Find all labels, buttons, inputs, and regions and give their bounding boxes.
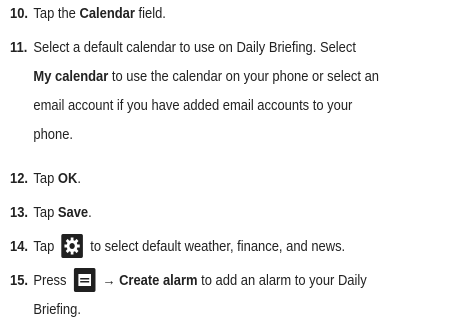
step-text: . [88,205,92,221]
step-number: 12. [10,171,29,187]
step-text: to add an alarm to your Daily [197,273,367,289]
step-number: 11. [10,40,28,56]
step-bold-term: My calendar [33,69,109,85]
step-number: 14. [10,239,29,255]
step-15: 15. Press → Create alarm to add an alarm… [10,267,420,325]
step-bold-term: OK [57,171,78,187]
step-number: 13. [10,205,29,221]
step-text: Tap the [33,6,80,22]
step-text: email account if you have added email ac… [33,98,353,114]
arrow-glyph: → [102,273,116,289]
step-11: 11. Select a default calendar to use on … [10,34,420,150]
step-text: Tap [33,239,55,255]
step-text: . [77,171,81,187]
step-bold-term: Save [57,205,89,221]
step-text: phone. [33,127,74,143]
step-number: 15. [10,273,29,289]
step-14: 14. Tap to select default weather, finan… [10,233,420,262]
step-text: Briefing. [33,302,81,318]
step-12: 12. Tap OK. [10,165,420,194]
step-13: 13. Tap Save. [10,199,420,228]
step-bold-term: Calendar [79,6,135,22]
step-text: Tap [33,205,58,221]
step-text: to use the calendar on your phone or sel… [108,69,380,85]
step-10: 10. Tap the Calendar field. [10,0,420,29]
instruction-page: 10. Tap the Calendar field. 11. Select a… [0,0,472,328]
step-text: Select a default calendar to use on Dail… [33,40,356,56]
step-text: to select default weather, finance, and … [90,239,346,255]
step-bold-term: Create alarm [119,273,198,289]
step-text: Tap [33,171,58,187]
gear-icon [61,234,84,259]
step-text: field. [134,6,166,22]
step-text: Press [33,273,67,289]
step-number: 10. [10,6,29,22]
menu-icon [73,268,96,293]
